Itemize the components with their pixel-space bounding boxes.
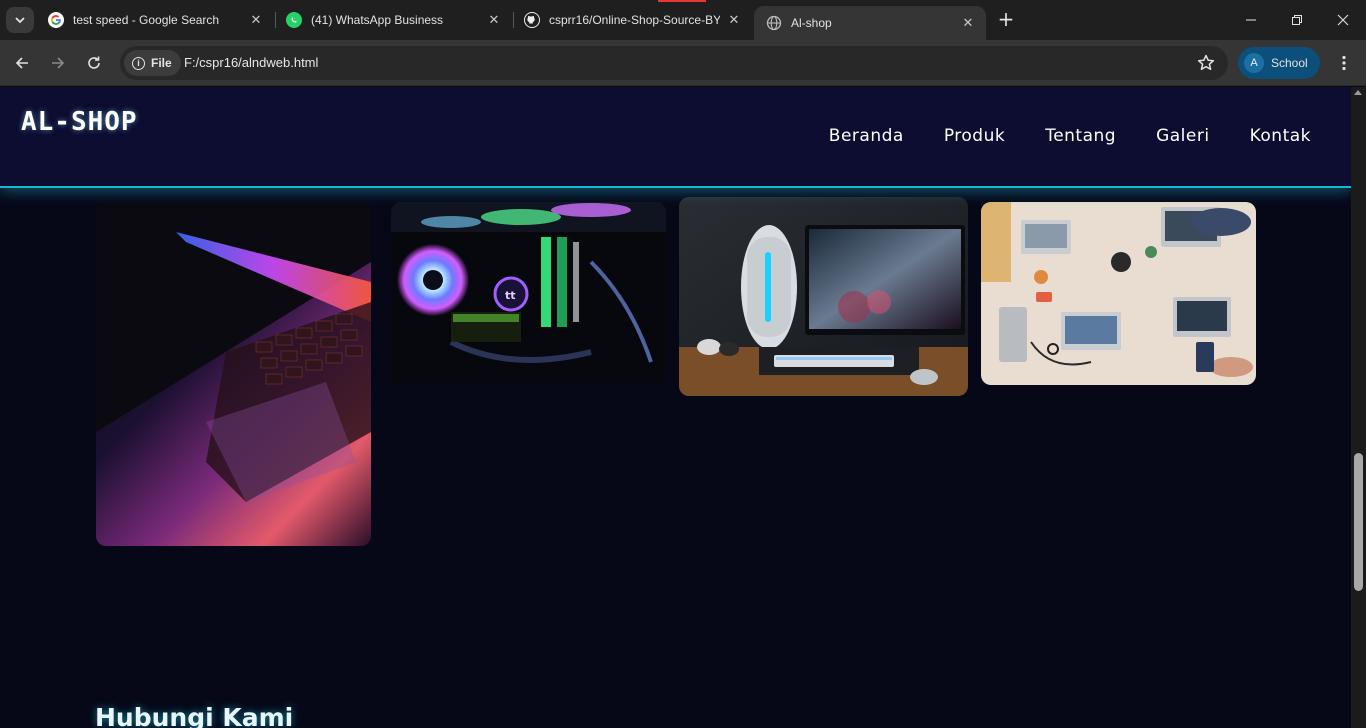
browser-tabstrip: test speed - Google Search ✕ (41) WhatsA…: [0, 0, 1366, 40]
arrow-left-icon: [15, 57, 28, 69]
site-chip-label: File: [151, 56, 172, 70]
reload-icon: [88, 56, 100, 69]
svg-text:tt: tt: [505, 289, 516, 302]
arrow-right-icon: [52, 57, 65, 69]
profile-label: School: [1271, 56, 1308, 70]
site-header: AL-SHOP Beranda Produk Tentang Galeri Ko…: [0, 87, 1351, 188]
scroll-thumb[interactable]: [1354, 453, 1363, 591]
globe-icon: [766, 15, 782, 31]
minimize-button[interactable]: [1228, 0, 1274, 40]
close-icon[interactable]: ✕: [486, 12, 502, 28]
whatsapp-icon: [286, 12, 302, 28]
tab-title: (41) WhatsApp Business: [311, 13, 444, 27]
main-nav: Beranda Produk Tentang Galeri Kontak: [829, 126, 1311, 146]
gallery-image-team-laptops: [981, 202, 1256, 385]
tab-title: csprr16/Online-Shop-Source-BY: [549, 13, 720, 27]
url-text[interactable]: F:/cspr16/alndweb.html: [184, 55, 318, 70]
close-icon[interactable]: ✕: [726, 12, 742, 28]
site-logo[interactable]: AL-SHOP: [21, 107, 138, 137]
tab-google-search[interactable]: test speed - Google Search ✕: [36, 0, 274, 40]
gallery-image-rgb-pc: tt: [391, 202, 666, 385]
back-button[interactable]: [8, 49, 36, 77]
tab-title: Al-shop: [791, 16, 832, 30]
site-info-chip[interactable]: i File: [124, 50, 181, 76]
tab-al-shop[interactable]: Al-shop ✕: [754, 6, 986, 40]
nav-link-tentang[interactable]: Tentang: [1045, 126, 1116, 146]
tab-whatsapp[interactable]: (41) WhatsApp Business ✕: [274, 0, 512, 40]
page-scrollbar[interactable]: [1351, 87, 1366, 728]
nav-link-kontak[interactable]: Kontak: [1250, 126, 1311, 146]
browser-toolbar: i File F:/cspr16/alndweb.html A School: [0, 40, 1366, 86]
scroll-up-arrow-icon[interactable]: [1354, 90, 1362, 95]
tab-title: test speed - Google Search: [73, 13, 220, 27]
new-tab-button[interactable]: +: [996, 9, 1016, 30]
google-icon: [48, 12, 64, 28]
recording-indicator: [658, 0, 706, 2]
browser-menu-button[interactable]: [1332, 49, 1356, 77]
address-bar[interactable]: i File F:/cspr16/alndweb.html: [120, 46, 1228, 80]
github-icon: [524, 12, 540, 28]
tab-github[interactable]: csprr16/Online-Shop-Source-BY ✕: [512, 0, 752, 40]
forward-button[interactable]: [44, 49, 72, 77]
contact-section-title: Hubungi Kami: [95, 703, 294, 728]
close-icon[interactable]: ✕: [960, 15, 976, 31]
profile-button[interactable]: A School: [1238, 47, 1320, 79]
more-vert-icon: [1342, 55, 1346, 71]
page-viewport: tt AL-SHOP Beranda Produk Tentang Galeri…: [0, 87, 1351, 728]
reload-button[interactable]: [80, 49, 108, 77]
gallery-image-laptop: [96, 202, 371, 546]
nav-link-galeri[interactable]: Galeri: [1156, 126, 1210, 146]
bookmark-star-icon[interactable]: [1196, 53, 1216, 73]
nav-link-beranda[interactable]: Beranda: [829, 126, 904, 146]
chevron-down-icon: [15, 17, 25, 24]
restore-button[interactable]: [1274, 0, 1320, 40]
close-icon[interactable]: ✕: [248, 12, 264, 28]
restore-icon: [1292, 15, 1302, 25]
avatar: A: [1244, 53, 1264, 73]
nav-link-produk[interactable]: Produk: [944, 126, 1005, 146]
close-icon: [1337, 14, 1349, 26]
minimize-icon: [1246, 19, 1256, 21]
tab-search-button[interactable]: [6, 7, 34, 33]
gallery-image-gaming-desk: [679, 197, 968, 396]
info-icon: i: [132, 56, 145, 70]
window-close-button[interactable]: [1320, 0, 1366, 40]
